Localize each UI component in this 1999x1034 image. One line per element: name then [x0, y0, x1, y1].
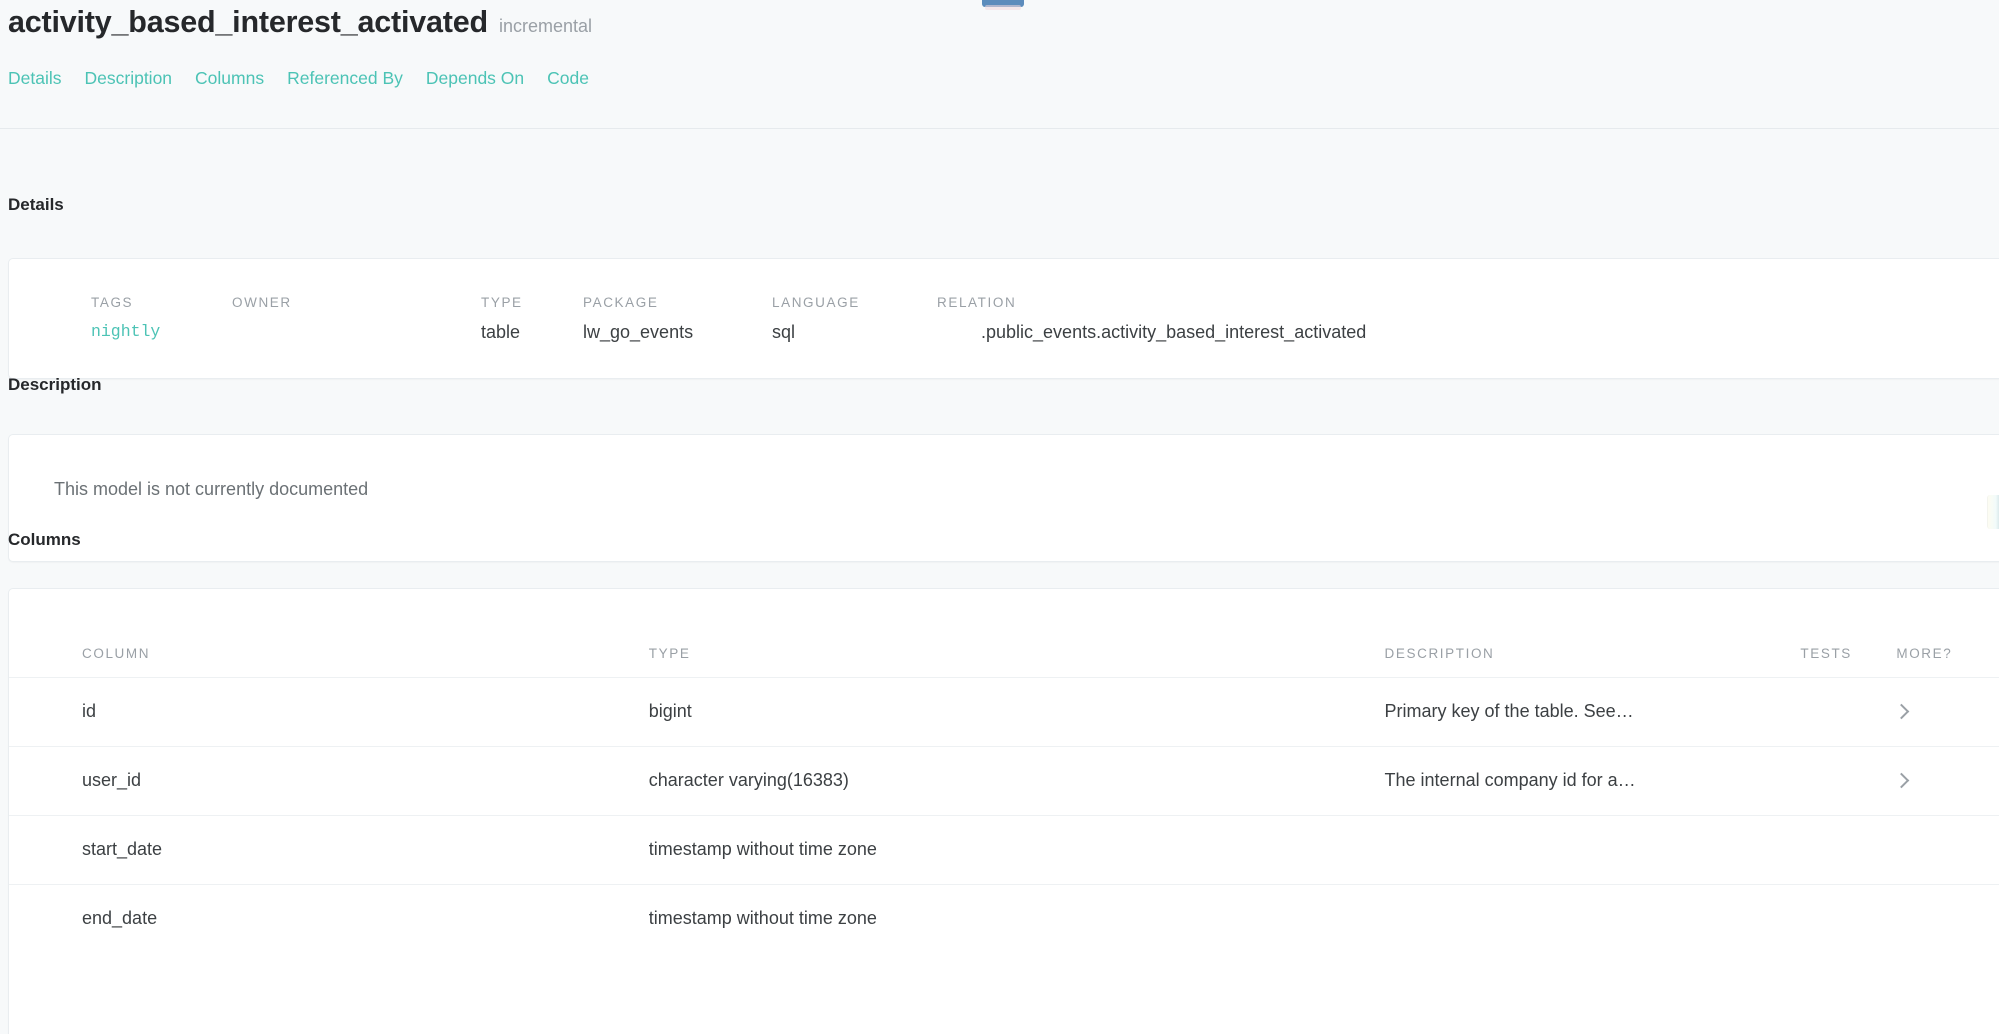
- detail-field-type: TYPE table: [481, 295, 583, 343]
- cell-column-name: end_date: [9, 884, 649, 953]
- model-documentation-page: activity_based_interest_activated increm…: [0, 0, 1999, 1034]
- table-row[interactable]: id bigint Primary key of the table. See…: [9, 677, 1999, 746]
- table-row[interactable]: user_id character varying(16383) The int…: [9, 746, 1999, 815]
- column-header-column[interactable]: COLUMN: [9, 589, 649, 677]
- detail-label-type: TYPE: [481, 295, 583, 310]
- cell-column-name: user_id: [9, 746, 649, 815]
- detail-field-language: LANGUAGE sql: [772, 295, 937, 343]
- detail-field-owner: OWNER: [232, 295, 481, 343]
- detail-value-package: lw_go_events: [583, 322, 772, 343]
- page-title: activity_based_interest_activated: [8, 0, 488, 44]
- detail-value-relation: .public_events.activity_based_interest_a…: [937, 322, 1497, 343]
- columns-table: COLUMN TYPE DESCRIPTION TESTS MORE? id b…: [9, 589, 1999, 953]
- columns-table-body: id bigint Primary key of the table. See……: [9, 677, 1999, 953]
- columns-table-head: COLUMN TYPE DESCRIPTION TESTS MORE?: [9, 589, 1999, 677]
- detail-field-package: PACKAGE lw_go_events: [583, 295, 772, 343]
- cell-column-tests: [1800, 815, 1896, 884]
- chevron-right-icon[interactable]: [1894, 704, 1910, 720]
- tab-description[interactable]: Description: [85, 60, 196, 96]
- page-header: activity_based_interest_activated increm…: [0, 0, 1999, 44]
- table-row[interactable]: start_date timestamp without time zone: [9, 815, 1999, 884]
- materialization-badge: incremental: [499, 16, 592, 37]
- cell-column-description: The internal company id for a…: [1385, 746, 1801, 815]
- description-text: This model is not currently documented: [54, 479, 368, 500]
- detail-field-relation: RELATION .public_events.activity_based_i…: [937, 295, 1497, 343]
- cell-column-more[interactable]: [1896, 746, 1999, 815]
- columns-table-header-row: COLUMN TYPE DESCRIPTION TESTS MORE?: [9, 589, 1999, 677]
- table-row[interactable]: end_date timestamp without time zone: [9, 884, 1999, 953]
- detail-value-tags[interactable]: nightly: [91, 322, 232, 341]
- details-grid: TAGS nightly OWNER TYPE table PACKAGE lw…: [91, 295, 1497, 343]
- detail-value-owner: [232, 322, 481, 343]
- tab-referenced-by[interactable]: Referenced By: [287, 60, 426, 96]
- column-header-description[interactable]: DESCRIPTION: [1385, 589, 1801, 677]
- cell-column-type: timestamp without time zone: [649, 884, 1385, 953]
- tab-depends-on[interactable]: Depends On: [426, 60, 547, 96]
- cell-column-name: start_date: [9, 815, 649, 884]
- detail-label-package: PACKAGE: [583, 295, 772, 310]
- cell-column-description: [1385, 884, 1801, 953]
- detail-value-type: table: [481, 322, 583, 343]
- columns-section-heading: Columns: [0, 530, 81, 550]
- tab-code[interactable]: Code: [547, 60, 612, 96]
- details-card: TAGS nightly OWNER TYPE table PACKAGE lw…: [8, 258, 1999, 379]
- cell-column-type: timestamp without time zone: [649, 815, 1385, 884]
- description-edge-action-icon[interactable]: [1987, 495, 1999, 529]
- detail-label-tags: TAGS: [91, 295, 232, 310]
- description-card: This model is not currently documented: [8, 434, 1999, 562]
- detail-value-language: sql: [772, 322, 937, 343]
- tab-columns[interactable]: Columns: [195, 60, 287, 96]
- tab-details[interactable]: Details: [8, 60, 85, 96]
- chevron-right-icon[interactable]: [1894, 773, 1910, 789]
- cell-column-more[interactable]: [1896, 677, 1999, 746]
- column-header-tests[interactable]: TESTS: [1800, 589, 1896, 677]
- cell-column-more: [1896, 884, 1999, 953]
- tab-bar-divider: [0, 128, 1999, 129]
- cell-column-description: [1385, 815, 1801, 884]
- columns-card: COLUMN TYPE DESCRIPTION TESTS MORE? id b…: [8, 588, 1999, 1034]
- detail-field-tags: TAGS nightly: [91, 295, 232, 341]
- column-header-type[interactable]: TYPE: [649, 589, 1385, 677]
- column-header-more[interactable]: MORE?: [1896, 589, 1999, 677]
- cell-column-tests: [1800, 677, 1896, 746]
- cell-column-tests: [1800, 884, 1896, 953]
- description-section-heading: Description: [0, 375, 102, 395]
- cell-column-more: [1896, 815, 1999, 884]
- cell-column-type: character varying(16383): [649, 746, 1385, 815]
- tab-bar: Details Description Columns Referenced B…: [8, 60, 1999, 96]
- detail-label-relation: RELATION: [937, 295, 1497, 310]
- details-section-heading: Details: [0, 195, 64, 215]
- cell-column-type: bigint: [649, 677, 1385, 746]
- detail-label-language: LANGUAGE: [772, 295, 937, 310]
- cell-column-tests: [1800, 746, 1896, 815]
- cell-column-description: Primary key of the table. See…: [1385, 677, 1801, 746]
- cell-column-name: id: [9, 677, 649, 746]
- detail-label-owner: OWNER: [232, 295, 481, 310]
